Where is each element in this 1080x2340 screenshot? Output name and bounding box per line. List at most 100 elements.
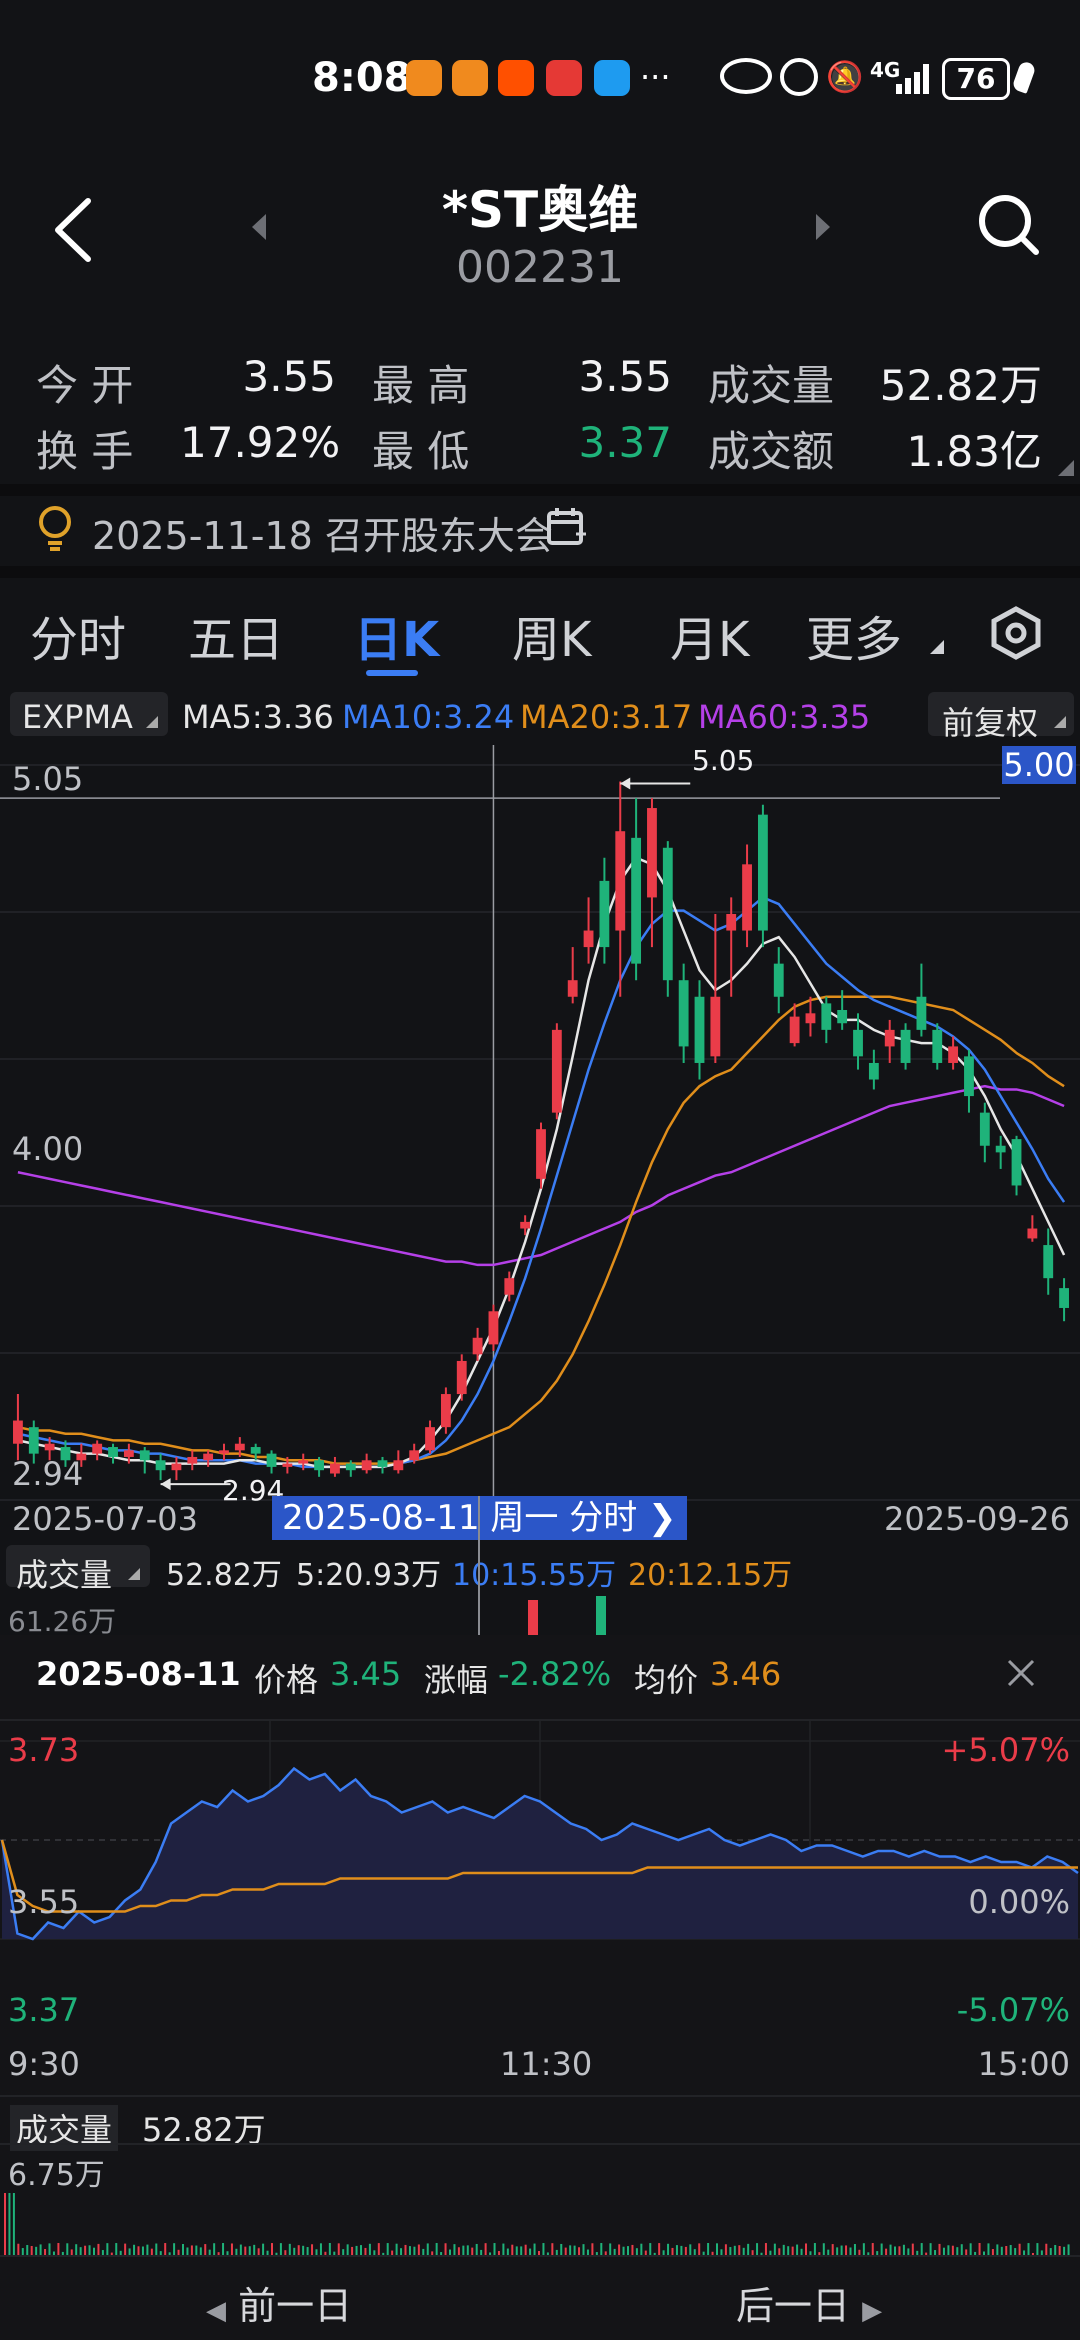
intraday-volume-bar	[75, 2244, 78, 2255]
ma5-value: MA5:3.36	[182, 698, 334, 736]
intraday-volume-bar	[578, 2247, 581, 2255]
candle-body	[821, 1003, 832, 1030]
lightbulb-icon	[39, 506, 71, 551]
intraday-volume-bar	[889, 2244, 892, 2255]
candle-body	[662, 847, 673, 981]
tab-daily-k[interactable]: 日K	[354, 600, 439, 670]
intraday-volume-bar	[400, 2248, 403, 2255]
y-axis-min: 2.94	[12, 1455, 84, 1493]
caret-left-icon: ◀	[206, 2296, 226, 2326]
time-close: 15:00	[977, 2045, 1070, 2083]
tab-five-day[interactable]: 五日	[188, 600, 284, 670]
low-label: 最 低	[372, 427, 470, 476]
intraday-volume-bar	[1054, 2245, 1057, 2255]
intraday-volume-bar	[435, 2243, 438, 2255]
intraday-volume-bar	[408, 2246, 411, 2255]
candle-body	[583, 930, 594, 948]
candle-body	[123, 1450, 134, 1457]
intraday-volume-bar	[4, 2193, 6, 2255]
stock-name: *ST奥维	[441, 181, 639, 239]
intraday-volume-bar	[253, 2244, 256, 2255]
intraday-volume-bar	[1058, 2245, 1061, 2255]
time-mid: 11:30	[500, 2045, 593, 2083]
intraday-pct-bot: -5.07%	[956, 1991, 1070, 2029]
candle-body	[805, 1013, 816, 1024]
calendar-add-icon[interactable]	[546, 506, 586, 546]
intraday-volume-bar	[551, 2243, 554, 2255]
intraday-volume-bar	[635, 2248, 638, 2255]
search-app-icon	[594, 60, 630, 96]
candle-body	[916, 996, 927, 1030]
search-icon[interactable]	[974, 190, 1044, 260]
intraday-volume-bar	[404, 2244, 407, 2255]
intraday-popup: 2025-08-11 价格 3.45 涨幅 -2.82% 均价 3.46 3.7…	[0, 1635, 1080, 2340]
intraday-volume-bar	[1036, 2243, 1039, 2255]
intraday-volume-bar	[319, 2243, 322, 2255]
candle-body	[440, 1394, 451, 1428]
intraday-volume-bar	[853, 2244, 856, 2255]
intraday-pct-mid: 0.00%	[968, 1883, 1070, 1921]
candle-body	[108, 1447, 118, 1457]
intraday-volume-bar	[929, 2243, 932, 2255]
intraday-volume-bar	[141, 2246, 144, 2255]
intraday-volume-bar	[724, 2244, 727, 2255]
notice-text[interactable]: 2025-11-18 召开股东大会	[92, 505, 553, 560]
intraday-change-label: 涨幅	[424, 1661, 489, 1699]
intraday-volume-bar	[805, 2243, 807, 2255]
intraday-volume-chart	[4, 2193, 1070, 2255]
candle-body	[203, 1453, 214, 1461]
intraday-volume-bar	[84, 2245, 87, 2255]
candle-body	[567, 980, 578, 997]
intraday-volume-bar	[195, 2245, 198, 2255]
intraday-volume-bar	[257, 2248, 260, 2255]
intraday-volume-bar	[689, 2244, 692, 2255]
expand-corner-icon[interactable]	[1058, 460, 1074, 476]
intraday-volume-bar	[609, 2243, 612, 2255]
intraday-price: 3.45	[330, 1655, 402, 1693]
intraday-volume-bar	[996, 2244, 999, 2255]
intraday-volume-bar	[649, 2243, 652, 2255]
intraday-volume-bar	[426, 2243, 429, 2255]
prev-day-button[interactable]: ◀ 前一日	[206, 2275, 352, 2330]
tab-monthly-k[interactable]: 月K	[670, 600, 749, 670]
intraday-volume-bar	[346, 2244, 349, 2255]
intraday-volume-bar	[297, 2245, 300, 2255]
next-stock-icon[interactable]	[812, 212, 832, 242]
intraday-volume-bar	[1018, 2243, 1021, 2255]
candle-body	[837, 1010, 848, 1024]
tab-weekly-k[interactable]: 周K	[512, 600, 591, 670]
intraday-volume-bar	[1027, 2243, 1030, 2255]
more-notifications-icon: ···	[640, 58, 671, 96]
intraday-change: -2.82%	[498, 1655, 612, 1693]
alarm-icon	[780, 58, 818, 96]
candle-body	[631, 837, 642, 964]
amount-value: 1.83亿	[906, 427, 1042, 476]
intraday-volume-bar	[675, 2245, 678, 2255]
intraday-volume-bar	[8, 2193, 11, 2255]
intraday-volume-bar	[288, 2243, 291, 2255]
candle-body	[710, 996, 721, 1057]
candle-body	[345, 1463, 356, 1471]
candle-body	[13, 1420, 23, 1444]
intraday-volume-bar	[413, 2246, 416, 2255]
taobao-icon	[498, 60, 534, 96]
volume-ma20: 20:12.15万	[628, 1558, 793, 1593]
intraday-volume-bar	[466, 2245, 469, 2255]
tab-intraday[interactable]: 分时	[30, 600, 126, 670]
intraday-y-mid: 3.55	[8, 1883, 80, 1921]
candle-body	[964, 1056, 974, 1097]
intraday-volume-bar	[93, 2247, 95, 2255]
start-date: 2025-07-03	[12, 1500, 198, 1538]
close-icon[interactable]	[1005, 1657, 1037, 1689]
intraday-volume-bar	[12, 2193, 15, 2255]
tab-more[interactable]: 更多	[806, 600, 902, 670]
next-day-label: 后一日	[736, 2284, 851, 2328]
app-icon-orange-2	[452, 60, 488, 96]
intraday-volume-bar	[79, 2247, 82, 2255]
volume-value: 52.82万	[879, 361, 1042, 410]
candle-body	[789, 1016, 800, 1044]
intraday-volume-bar	[622, 2246, 625, 2255]
next-day-button[interactable]: 后一日 ▶	[736, 2275, 882, 2330]
settings-hexagon-icon[interactable]	[988, 605, 1044, 661]
kline-chart[interactable]	[0, 745, 1080, 1505]
